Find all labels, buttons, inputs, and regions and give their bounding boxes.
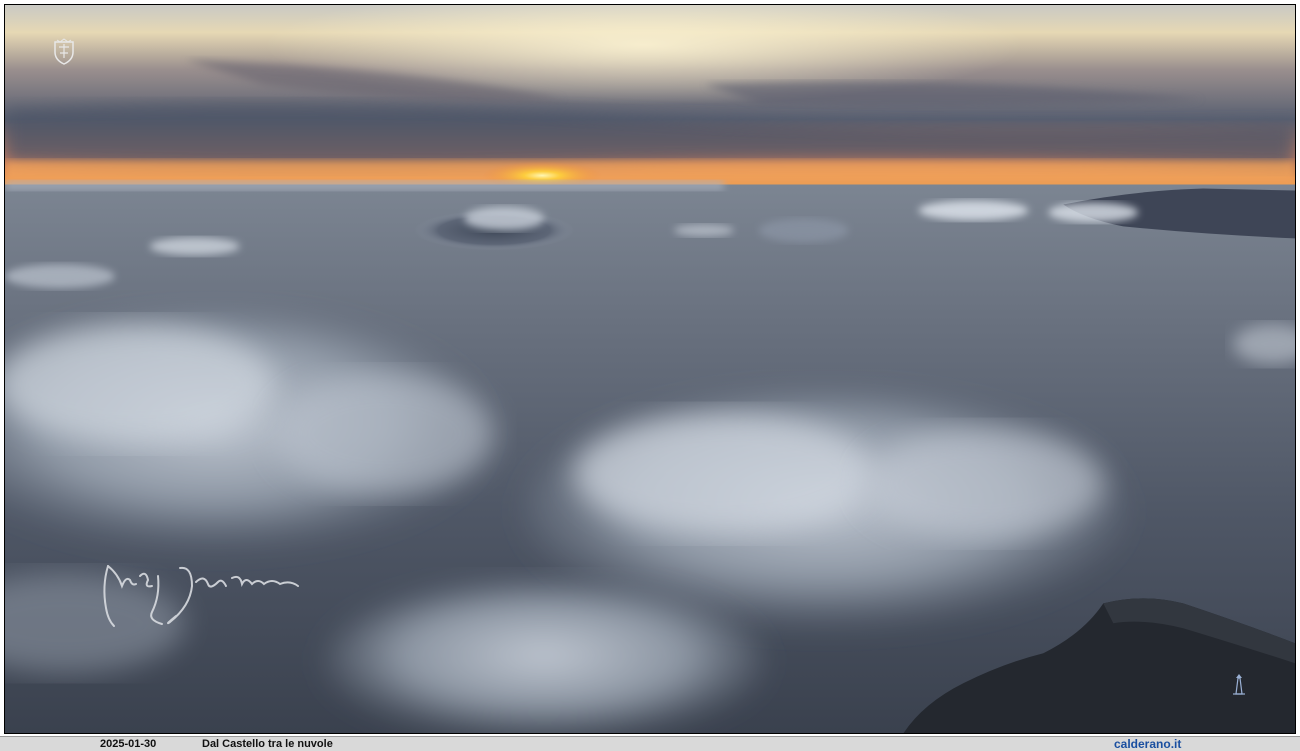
photo-date: 2025-01-30 xyxy=(100,738,157,750)
caption-bar: 2025-01-30 Dal Castello tra le nuvole ca… xyxy=(0,736,1300,751)
handwritten-signature xyxy=(103,565,299,627)
photo-frame: 2025-01-30 Dal Castello tra le nuvole ca… xyxy=(0,0,1300,751)
site-link[interactable]: calderano.it xyxy=(1114,737,1181,751)
photo-title: Dal Castello tra le nuvole xyxy=(202,738,333,750)
lighthouse-icon xyxy=(1233,674,1245,695)
crest-icon xyxy=(54,38,74,65)
